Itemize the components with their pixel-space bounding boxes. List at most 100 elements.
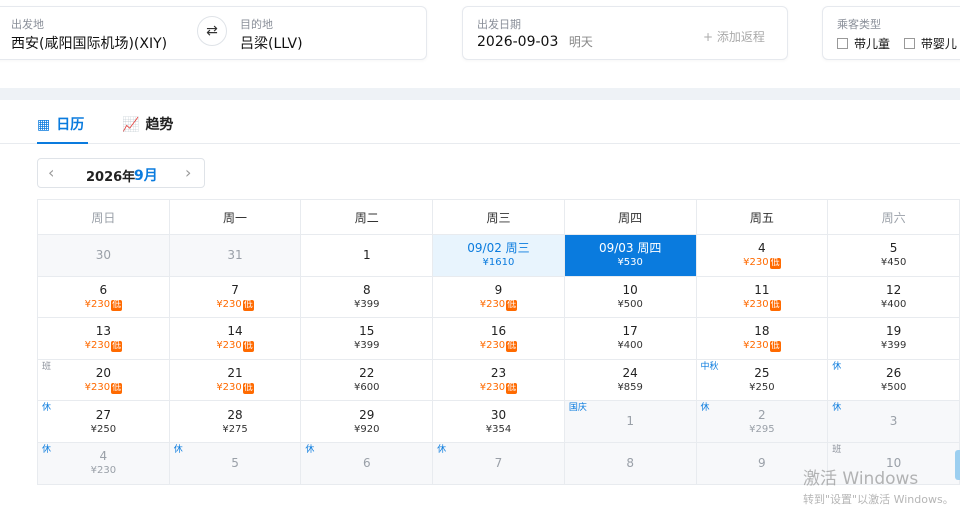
price-value: ¥230 [743, 257, 769, 269]
day-price: ¥230 低 [38, 381, 169, 395]
day-number: 09/03 周四 [598, 241, 662, 256]
day-number: 29 [359, 407, 375, 422]
calendar-day-cell[interactable]: 29 ¥920 [300, 400, 434, 443]
price-value: ¥1610 [482, 257, 515, 269]
calendar-day-cell[interactable]: 30 ¥354 [432, 400, 565, 443]
child-checkbox[interactable]: 带儿童 [837, 37, 890, 51]
day-price: ¥230 低 [170, 339, 301, 353]
calendar-week-row: 班 20 ¥230 低 21 ¥230 低 22 ¥600 23 ¥230 低 24 ¥859 中秋 25 ¥2… [37, 358, 960, 402]
calendar-day-cell[interactable]: 1 [300, 234, 434, 277]
price-value: ¥450 [880, 257, 907, 269]
calendar-day-cell[interactable]: 13 ¥230 低 [37, 317, 170, 360]
price-value: ¥399 [880, 340, 907, 352]
day-number: 19 [885, 324, 902, 339]
day-number: 12 [885, 282, 902, 297]
calendar-day-cell[interactable]: 12 ¥400 [827, 275, 960, 319]
day-number: 7 [231, 282, 239, 297]
calendar-day-cell[interactable]: 21 ¥230 低 [168, 358, 302, 402]
calendar-day-cell[interactable]: 休 2 ¥295 [695, 400, 829, 443]
calendar-day-cell[interactable]: 休 4 ¥230 [37, 441, 170, 485]
calendar-day-cell[interactable]: 16 ¥230 低 [432, 317, 565, 360]
calendar-day-cell[interactable]: 休3 [827, 400, 960, 443]
calendar-day-cell[interactable]: 24 ¥859 [563, 358, 697, 402]
to-label: 目的地 [240, 18, 273, 31]
day-number: 3 [889, 414, 898, 429]
calendar-day-cell[interactable]: 休 26 ¥500 [827, 358, 960, 402]
calendar-day-cell[interactable]: 14 ¥230 低 [168, 317, 302, 360]
day-price: ¥399 [301, 298, 432, 311]
calendar-day-cell[interactable]: 中秋 25 ¥250 [695, 358, 829, 402]
day-number: 10 [622, 282, 638, 297]
weekday-header-cell: 周一 [168, 199, 302, 235]
day-price: ¥859 [565, 381, 696, 394]
day-price: ¥230 低 [697, 339, 828, 353]
price-value: ¥275 [222, 423, 248, 435]
calendar-day-cell[interactable]: 休7 [432, 441, 565, 485]
calendar-day-cell[interactable]: 8 [563, 441, 697, 485]
calendar-day-cell[interactable]: 休5 [168, 441, 302, 485]
calendar-day-cell[interactable]: 班 20 ¥230 低 [37, 358, 170, 402]
day-number: 28 [227, 407, 243, 422]
calendar-day-cell[interactable]: 17 ¥400 [563, 317, 697, 360]
calendar-day-cell[interactable]: 11 ¥230 低 [695, 275, 829, 319]
tab-trend[interactable]: 📈 趋势 [122, 114, 182, 144]
low-price-badge: 低 [111, 383, 123, 395]
day-number: 23 [490, 366, 507, 381]
holiday-tag: 班 [832, 444, 842, 455]
prev-month-button[interactable]: ‹ [48, 163, 54, 182]
tab-calendar[interactable]: ▦ 日历 [37, 114, 88, 144]
calendar-day-cell[interactable]: 23 ¥230 低 [432, 358, 565, 402]
calendar-day-cell[interactable]: 休 27 ¥250 [37, 400, 170, 443]
calendar-day-cell[interactable]: 18 ¥230 低 [695, 317, 829, 360]
calendar-day-cell[interactable]: 28 ¥275 [168, 400, 302, 443]
from-field[interactable]: 西安(咸阳国际机场)(XIY) [11, 33, 167, 53]
price-value: ¥500 [617, 298, 643, 310]
weekday-header-cell: 周六 [827, 199, 960, 235]
calendar-day-cell[interactable]: 8 ¥399 [300, 275, 434, 319]
holiday-tag: 中秋 [700, 361, 719, 372]
calendar-day-cell[interactable]: 国庆 1 [563, 400, 697, 443]
price-value: ¥400 [617, 340, 643, 352]
checkbox-icon [903, 38, 915, 49]
calendar-day-cell[interactable]: 10 ¥500 [563, 275, 697, 319]
calendar-day-cell[interactable]: 09/02 周三 ¥1610 [432, 234, 565, 277]
calendar-day-cell[interactable]: 7 ¥230 低 [168, 275, 302, 319]
day-number: 15 [359, 324, 375, 339]
child-label: 带儿童 [854, 37, 891, 51]
date-hint: 明天 [568, 35, 593, 49]
price-value: ¥230 [216, 340, 242, 352]
calendar-icon: ▦ [37, 117, 51, 133]
date-card: 出发日期 2026-09-03 明天 + 添加返程 [462, 6, 788, 60]
day-number: 1 [626, 414, 634, 429]
add-return-button[interactable]: + 添加返程 [703, 28, 765, 45]
side-widget-handle[interactable] [955, 450, 960, 480]
next-month-button[interactable]: › [185, 163, 191, 182]
price-value: ¥230 [84, 382, 111, 394]
calendar-day-cell[interactable]: 5 ¥450 [827, 234, 960, 277]
holiday-tag: 休 [437, 444, 447, 455]
checkbox-icon [837, 38, 848, 49]
calendar-day-cell[interactable]: 31 [168, 234, 302, 277]
day-number: 27 [95, 407, 111, 422]
calendar-day-cell[interactable]: 30 [37, 234, 170, 277]
calendar-day-cell[interactable]: 15 ¥399 [300, 317, 434, 360]
calendar-day-cell[interactable]: 4 ¥230 低 [695, 234, 829, 277]
calendar-day-cell[interactable]: 休6 [300, 441, 434, 485]
calendar-day-cell[interactable]: 9 ¥230 低 [432, 275, 565, 319]
calendar-day-cell[interactable]: 09/03 周四 ¥530 [563, 234, 697, 277]
date-field[interactable]: 2026-09-03 明天 [477, 33, 593, 50]
day-number: 20 [95, 366, 111, 381]
day-price: ¥354 [433, 423, 564, 436]
swap-cities-button[interactable]: ⇄ [197, 16, 227, 46]
calendar-day-cell[interactable]: 19 ¥399 [827, 317, 960, 360]
passenger-card: 乘客类型 带儿童 带婴儿 [822, 6, 960, 60]
infant-checkbox[interactable]: 带婴儿 [903, 37, 957, 51]
day-number: 09/02 周三 [467, 241, 530, 256]
holiday-tag: 休 [305, 444, 315, 455]
to-field[interactable]: 吕梁(LLV) [240, 33, 303, 53]
day-price: ¥230 低 [170, 381, 301, 395]
calendar-day-cell[interactable]: 6 ¥230 低 [37, 275, 170, 319]
holiday-tag: 休 [173, 444, 183, 455]
calendar-day-cell[interactable]: 22 ¥600 [300, 358, 434, 402]
day-number: 22 [359, 366, 375, 381]
